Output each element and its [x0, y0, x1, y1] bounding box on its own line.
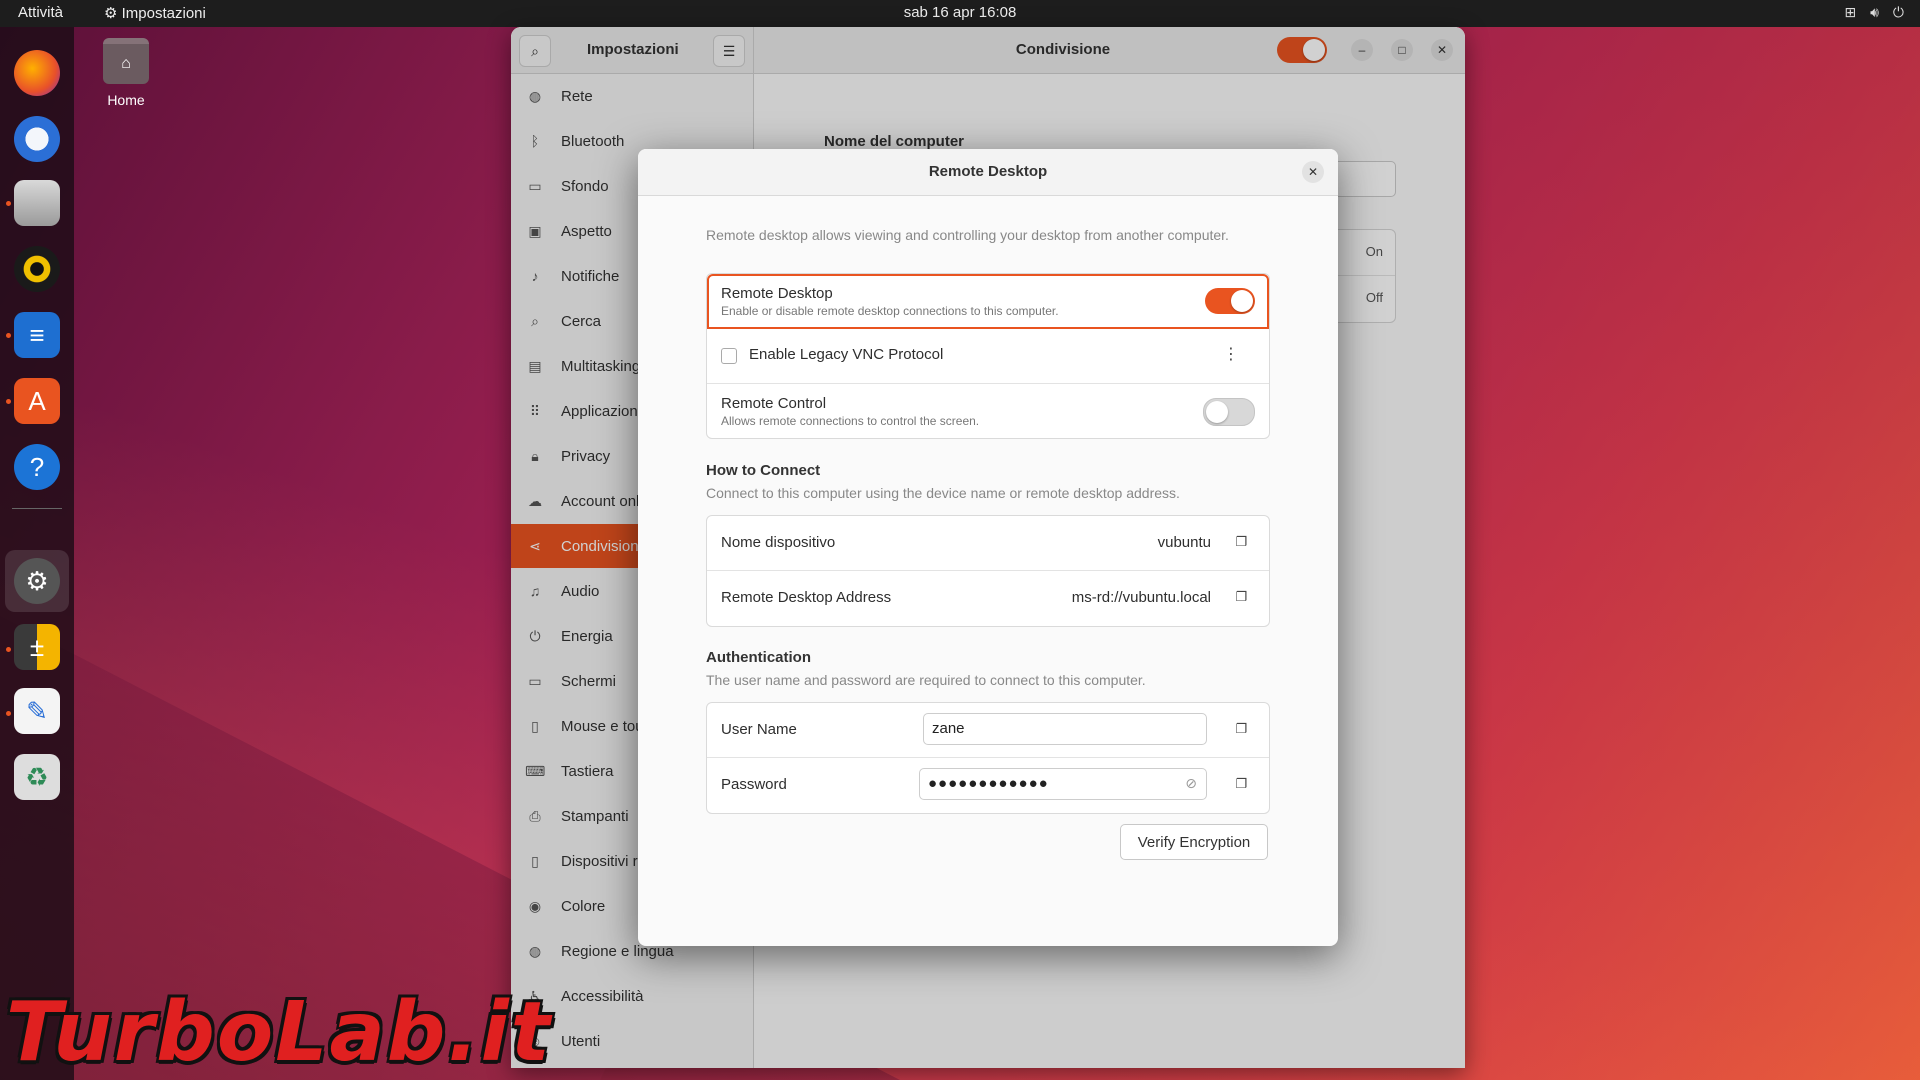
network-icon[interactable]: ⊞: [1844, 4, 1856, 21]
legacy-vnc-label: Enable Legacy VNC Protocol: [749, 346, 944, 363]
device-name-label: Nome dispositivo: [721, 534, 836, 551]
remote-desktop-title: Remote Desktop: [721, 285, 833, 302]
remote-control-subtitle: Allows remote connections to control the…: [721, 414, 980, 428]
firefox-icon[interactable]: [14, 50, 60, 96]
volume-icon[interactable]: 🔊︎: [1870, 4, 1879, 21]
copy-icon[interactable]: ❐: [1235, 534, 1247, 550]
files-icon[interactable]: [14, 180, 60, 226]
settings-icon[interactable]: ⚙: [14, 558, 60, 604]
help-icon[interactable]: ?: [14, 444, 60, 490]
device-name-row: Nome dispositivo vubuntu ❐: [707, 516, 1269, 571]
device-name-value: vubuntu: [1157, 534, 1211, 551]
running-indicator: [6, 399, 11, 404]
address-label: Remote Desktop Address: [721, 589, 892, 606]
verify-encryption-button[interactable]: Verify Encryption: [1120, 824, 1268, 860]
address-value: ms-rd://vubuntu.local: [1071, 589, 1211, 606]
remote-desktop-subtitle: Enable or disable remote desktop connect…: [721, 304, 1059, 318]
password-row: Password ●●●●●●●●●●●● ⊘ ❐: [707, 758, 1269, 812]
remote-desktop-toggle[interactable]: [1205, 288, 1255, 314]
copy-icon[interactable]: ❐: [1235, 776, 1247, 792]
trash-icon[interactable]: ♻: [14, 754, 60, 800]
app-center-icon[interactable]: A: [14, 378, 60, 424]
remote-desktop-options: Remote Desktop Enable or disable remote …: [706, 273, 1270, 439]
rhythmbox-icon[interactable]: [14, 246, 60, 292]
writer-icon[interactable]: ≡: [14, 312, 60, 358]
toggle-knob: [1231, 290, 1253, 312]
remote-control-row[interactable]: Remote Control Allows remote connections…: [707, 384, 1269, 438]
password-input[interactable]: ●●●●●●●●●●●● ⊘: [919, 768, 1207, 800]
thunderbird-icon[interactable]: [14, 116, 60, 162]
gear-icon: ⚙: [104, 5, 118, 22]
password-label: Password: [721, 776, 787, 793]
address-row: Remote Desktop Address ms-rd://vubuntu.l…: [707, 571, 1269, 625]
top-bar: Attività ⚙ Impostazioni sab 16 apr 16:08…: [0, 0, 1920, 27]
activities-button[interactable]: Attività: [18, 4, 63, 21]
authentication-desc: The user name and password are required …: [706, 672, 1146, 688]
dock-separator: [12, 508, 62, 509]
username-label: User Name: [721, 721, 797, 738]
calculator-icon[interactable]: ±: [14, 624, 60, 670]
username-row: User Name zane ❐: [707, 703, 1269, 758]
running-indicator: [6, 333, 11, 338]
remote-control-toggle[interactable]: [1203, 398, 1255, 426]
dialog-intro: Remote desktop allows viewing and contro…: [706, 227, 1229, 243]
dock: ≡ A ? ⚙ ± ✎ ♻: [0, 27, 74, 1080]
remote-desktop-dialog: Remote Desktop ✕ Remote desktop allows v…: [638, 149, 1338, 946]
clock[interactable]: sab 16 apr 16:08: [904, 4, 1017, 21]
remote-desktop-row[interactable]: Remote Desktop Enable or disable remote …: [707, 274, 1269, 329]
running-indicator: [6, 711, 11, 716]
turbolab-watermark-logo: TurboLab.it: [6, 985, 552, 1080]
eye-hidden-icon[interactable]: ⊘: [1185, 775, 1198, 792]
app-menu[interactable]: ⚙ Impostazioni: [104, 4, 206, 22]
toggle-knob: [1206, 401, 1228, 423]
running-indicator: [6, 647, 11, 652]
authentication-fields: User Name zane ❐ Password ●●●●●●●●●●●● ⊘…: [706, 702, 1270, 814]
connection-info: Nome dispositivo vubuntu ❐ Remote Deskto…: [706, 515, 1270, 627]
kebab-menu-icon[interactable]: ⋮: [1223, 344, 1239, 364]
home-folder-icon: ⌂: [103, 38, 149, 84]
close-icon: ✕: [1307, 165, 1319, 179]
dialog-title: Remote Desktop: [928, 163, 1048, 180]
power-icon[interactable]: ⏻: [1893, 4, 1904, 21]
legacy-vnc-checkbox[interactable]: [721, 348, 737, 364]
dialog-header: Remote Desktop ✕: [638, 149, 1338, 196]
legacy-vnc-row[interactable]: Enable Legacy VNC Protocol ⋮: [707, 329, 1269, 384]
desktop-home-icon[interactable]: ⌂ Home: [100, 38, 152, 108]
authentication-title: Authentication: [706, 649, 811, 666]
dialog-close-button[interactable]: ✕: [1302, 161, 1324, 183]
how-to-connect-desc: Connect to this computer using the devic…: [706, 485, 1180, 501]
how-to-connect-title: How to Connect: [706, 462, 821, 479]
app-menu-label: Impostazioni: [121, 5, 206, 22]
text-editor-icon[interactable]: ✎: [14, 688, 60, 734]
username-input[interactable]: zane: [923, 713, 1207, 745]
copy-icon[interactable]: ❐: [1235, 721, 1247, 737]
remote-control-title: Remote Control: [721, 395, 827, 412]
running-indicator: [6, 201, 11, 206]
desktop-home-label: Home: [107, 92, 145, 108]
copy-icon[interactable]: ❐: [1235, 589, 1247, 605]
password-value: ●●●●●●●●●●●●: [928, 775, 1049, 792]
